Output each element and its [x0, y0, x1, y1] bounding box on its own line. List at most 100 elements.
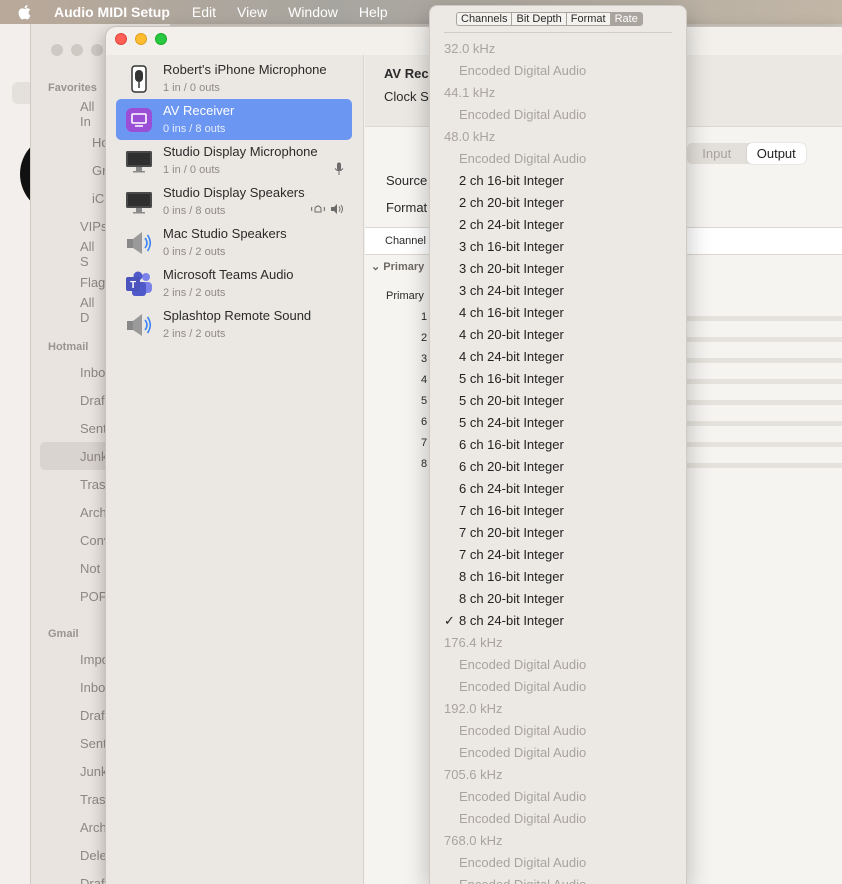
menu-item-label: 4 ch 24-bit Integer — [459, 349, 564, 364]
inactive-close-button[interactable] — [51, 44, 63, 56]
menu-edit[interactable]: Edit — [192, 4, 216, 20]
minimize-button[interactable] — [135, 33, 147, 45]
device-row[interactable]: T Microsoft Teams Audio 2 ins / 2 outs — [116, 263, 352, 304]
menu-item[interactable]: 5 ch 24-bit Integer — [430, 412, 686, 434]
primary-group-header[interactable]: ⌄ Primary — [371, 260, 424, 273]
menu-item[interactable]: 6 ch 20-bit Integer — [430, 456, 686, 478]
menu-window[interactable]: Window — [288, 4, 338, 20]
menu-item[interactable]: 3 ch 16-bit Integer — [430, 236, 686, 258]
menu-item[interactable]: 8 ch 16-bit Integer — [430, 566, 686, 588]
menu-item-label: 768.0 kHz — [444, 833, 503, 848]
checkmark-icon: ✓ — [444, 613, 455, 628]
menu-item: Encoded Digital Audio — [430, 742, 686, 764]
mail-mailbox-item[interactable]: All S — [80, 239, 94, 269]
menu-tab-rate[interactable]: Rate — [610, 13, 642, 25]
mail-mailbox-item[interactable]: Inbo — [80, 358, 105, 386]
mail-mailbox-item[interactable]: Draf — [80, 701, 105, 729]
mail-mailbox-item[interactable]: Draf — [80, 869, 105, 884]
channel-number: 5 — [421, 395, 428, 407]
menu-tab-bit-depth[interactable]: Bit Depth — [512, 13, 567, 25]
menu-item: Encoded Digital Audio — [430, 654, 686, 676]
iphone-microphone-icon — [124, 65, 154, 93]
inactive-minimize-button[interactable] — [71, 44, 83, 56]
menu-tab-channels[interactable]: Channels — [457, 13, 513, 25]
mail-mailbox-item[interactable]: Inbo — [80, 673, 105, 701]
menu-item[interactable]: 2 ch 20-bit Integer — [430, 192, 686, 214]
menu-item[interactable]: 7 ch 16-bit Integer — [430, 500, 686, 522]
mail-mailbox-item[interactable]: All In — [80, 99, 94, 129]
menu-item-label: 8 ch 16-bit Integer — [459, 569, 564, 584]
mail-mailbox-item[interactable]: Draf — [80, 386, 105, 414]
device-title: AV Rec — [384, 66, 429, 81]
device-name: Microsoft Teams Audio — [163, 267, 294, 282]
input-segment[interactable]: Input — [687, 143, 747, 164]
menu-item-label: 5 ch 20-bit Integer — [459, 393, 564, 408]
menu-item[interactable]: 3 ch 24-bit Integer — [430, 280, 686, 302]
device-row[interactable]: Studio Display Microphone 1 in / 0 outs — [116, 140, 352, 181]
mail-mailbox-item[interactable]: Sent — [80, 729, 107, 757]
menu-item[interactable]: 5 ch 16-bit Integer — [430, 368, 686, 390]
mail-mailbox-item[interactable]: Sent — [80, 414, 107, 442]
mail-section-header: Favorites — [48, 82, 97, 94]
menu-help[interactable]: Help — [359, 4, 388, 20]
device-row[interactable]: Robert's iPhone Microphone 1 in / 0 outs — [116, 58, 352, 99]
menu-item[interactable]: 5 ch 20-bit Integer — [430, 390, 686, 412]
menu-item: Encoded Digital Audio — [430, 808, 686, 830]
menu-item[interactable]: 7 ch 20-bit Integer — [430, 522, 686, 544]
menu-item-label: 2 ch 16-bit Integer — [459, 173, 564, 188]
close-button[interactable] — [115, 33, 127, 45]
device-name: Studio Display Microphone — [163, 144, 318, 159]
mail-mailbox-item[interactable]: Arch — [80, 498, 107, 526]
mail-mailbox-item[interactable]: Tras — [80, 785, 106, 813]
mail-mailbox-item[interactable]: All D — [80, 295, 94, 325]
menu-tab-format[interactable]: Format — [567, 13, 611, 25]
menu-item[interactable]: 6 ch 24-bit Integer — [430, 478, 686, 500]
menu-item-label: 44.1 kHz — [444, 85, 496, 100]
menu-item[interactable]: 4 ch 24-bit Integer — [430, 346, 686, 368]
device-row[interactable]: Studio Display Speakers 0 ins / 8 outs — [116, 181, 352, 222]
menu-app-name[interactable]: Audio MIDI Setup — [54, 4, 170, 20]
device-row[interactable]: AV Receiver 0 ins / 8 outs — [116, 99, 352, 140]
menu-view[interactable]: View — [237, 4, 267, 20]
apple-icon[interactable] — [16, 3, 34, 21]
channel-number: 8 — [421, 458, 428, 470]
zoom-button[interactable] — [155, 33, 167, 45]
menu-item[interactable]: 4 ch 20-bit Integer — [430, 324, 686, 346]
mail-mailbox-item[interactable]: Junk — [80, 757, 107, 785]
menu-item[interactable]: 6 ch 16-bit Integer — [430, 434, 686, 456]
menu-item[interactable]: ✓ 8 ch 24-bit Integer — [430, 610, 686, 632]
mail-mailbox-item[interactable]: Tras — [80, 470, 106, 498]
menu-item-label: 5 ch 16-bit Integer — [459, 371, 564, 386]
menu-item[interactable]: 3 ch 20-bit Integer — [430, 258, 686, 280]
menu-item-label: Encoded Digital Audio — [459, 723, 587, 738]
channel-number: 6 — [421, 416, 428, 428]
device-name: Studio Display Speakers — [163, 185, 305, 200]
mail-mailbox-item[interactable]: POP — [80, 582, 107, 610]
mail-mailbox-item[interactable]: Not — [80, 554, 100, 582]
menu-item[interactable]: 2 ch 16-bit Integer — [430, 170, 686, 192]
mail-mailbox-item[interactable]: VIPs — [80, 212, 107, 240]
inactive-zoom-button[interactable] — [91, 44, 103, 56]
input-output-segmented-control: Input Output — [687, 143, 806, 164]
speaker-volume-icon — [331, 204, 343, 214]
mail-mailbox-item[interactable]: Gr — [92, 156, 106, 184]
device-row[interactable]: Splashtop Remote Sound 2 ins / 2 outs — [116, 304, 352, 345]
mail-mailbox-item[interactable]: Dele — [80, 841, 107, 869]
device-name: Mac Studio Speakers — [163, 226, 287, 241]
device-row[interactable]: Mac Studio Speakers 0 ins / 2 outs — [116, 222, 352, 263]
mail-mailbox-item[interactable]: Flag — [80, 268, 105, 296]
mail-mailbox-item[interactable]: Impo — [80, 645, 109, 673]
menu-item[interactable]: 7 ch 24-bit Integer — [430, 544, 686, 566]
output-segment[interactable]: Output — [746, 143, 806, 164]
menu-item[interactable]: 2 ch 24-bit Integer — [430, 214, 686, 236]
menu-item[interactable]: 8 ch 20-bit Integer — [430, 588, 686, 610]
menu-item[interactable]: 4 ch 16-bit Integer — [430, 302, 686, 324]
menu-separator — [444, 32, 672, 33]
mail-mailbox-item[interactable]: Arch — [80, 813, 107, 841]
mail-mailbox-item[interactable]: iC — [92, 184, 104, 212]
mail-mailbox-item[interactable]: Junk — [40, 442, 110, 470]
menu-item-label: 705.6 kHz — [444, 767, 503, 782]
device-io-count: 0 ins / 2 outs — [163, 246, 226, 258]
menu-section-header: 44.1 kHz — [430, 82, 686, 104]
menu-item-label: 2 ch 20-bit Integer — [459, 195, 564, 210]
